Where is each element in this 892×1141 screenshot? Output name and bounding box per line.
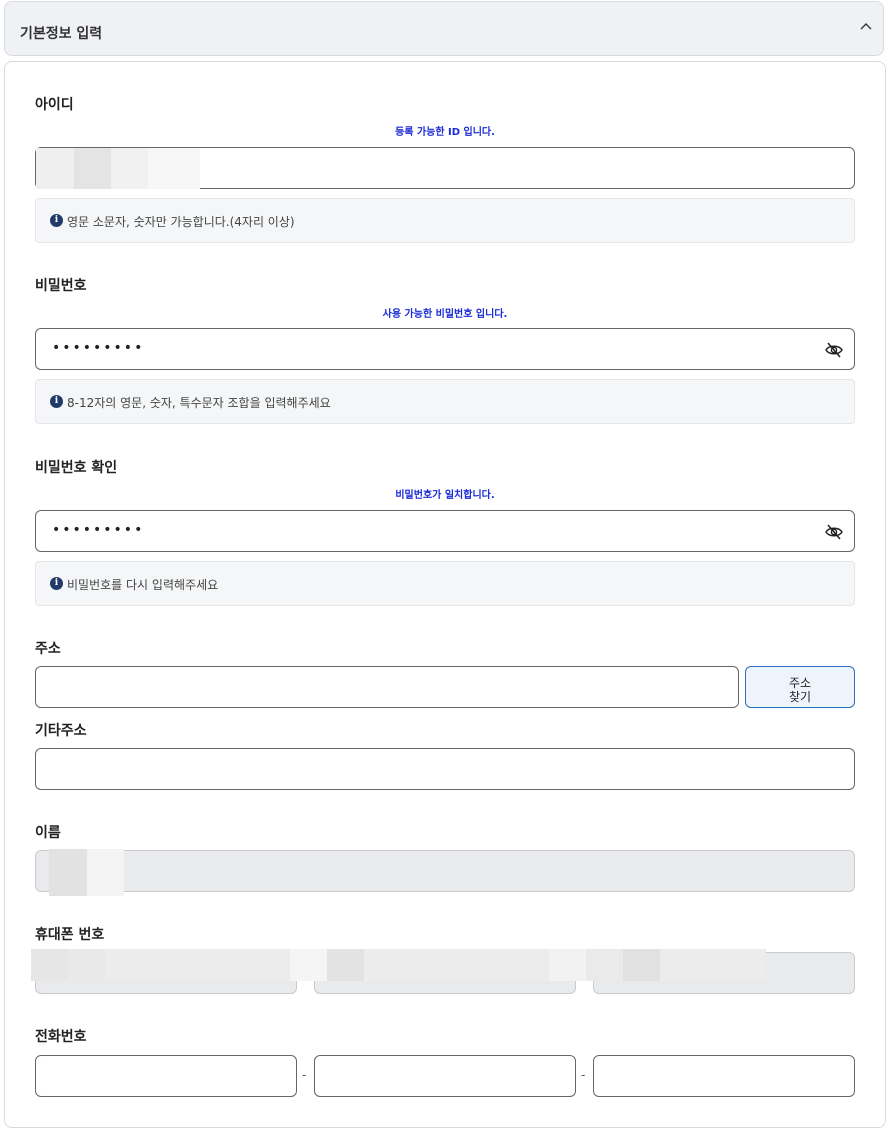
password-confirm-hint-box: i 비밀번호를 다시 입력해주세요 xyxy=(35,561,855,606)
password-hint: 8-12자의 영문, 숫자, 특수문자 조합을 입력해주세요 xyxy=(67,396,331,410)
userid-label: 아이디 xyxy=(35,97,74,113)
redacted-block xyxy=(36,148,74,189)
redacted-block xyxy=(87,849,124,896)
password-confirm-hint: 비밀번호를 다시 입력해주세요 xyxy=(67,578,219,592)
redacted-block xyxy=(68,949,105,981)
redacted-block xyxy=(327,949,364,981)
name-input xyxy=(35,849,855,896)
password-input[interactable]: ••••••••• xyxy=(35,328,855,370)
userid-hint-box: i 영문 소문자, 숫자만 가능합니다.(4자리 이상) xyxy=(35,198,855,243)
password-status: 사용 가능한 비밀번호 입니다. xyxy=(382,309,508,320)
address-detail-input[interactable] xyxy=(35,748,855,790)
password-confirm-input[interactable]: ••••••••• xyxy=(35,510,855,552)
mobile-label: 휴대폰 번호 xyxy=(35,927,105,943)
eye-slash-icon[interactable] xyxy=(825,524,843,540)
name-label: 이름 xyxy=(35,825,61,841)
userid-status: 등록 가능한 ID 입니다. xyxy=(395,127,495,138)
chevron-up-icon[interactable] xyxy=(859,20,873,34)
redacted-block xyxy=(586,949,623,981)
phone-part3-input[interactable] xyxy=(593,1055,855,1097)
redacted-block xyxy=(148,148,200,189)
address-input[interactable] xyxy=(35,666,739,708)
address-search-button[interactable]: 주소 찾기 xyxy=(745,666,855,708)
info-icon: i xyxy=(50,395,63,408)
eye-slash-icon[interactable] xyxy=(825,342,843,358)
password-value: ••••••••• xyxy=(52,340,145,356)
password-confirm-status: 비밀번호가 일치합니다. xyxy=(395,490,495,501)
info-icon: i xyxy=(50,577,63,590)
redacted-block xyxy=(623,949,660,981)
phone-part1-input[interactable] xyxy=(35,1055,297,1097)
address-detail-label: 기타주소 xyxy=(35,723,87,739)
redacted-block xyxy=(74,148,111,189)
redacted-block xyxy=(549,949,586,981)
phone-separator: - xyxy=(581,1068,586,1082)
phone-part2-input[interactable] xyxy=(314,1055,576,1097)
password-hint-box: i 8-12자의 영문, 숫자, 특수문자 조합을 입력해주세요 xyxy=(35,379,855,424)
password-confirm-value: ••••••••• xyxy=(52,522,145,538)
phone-label: 전화번호 xyxy=(35,1029,87,1045)
section-header[interactable]: 기본정보 입력 xyxy=(4,1,884,56)
redacted-block xyxy=(111,148,148,189)
redacted-block xyxy=(49,849,87,896)
password-confirm-label: 비밀번호 확인 xyxy=(35,460,118,476)
redacted-block xyxy=(31,949,68,981)
redacted-block xyxy=(290,949,327,981)
section-title: 기본정보 입력 xyxy=(20,26,103,42)
password-label: 비밀번호 xyxy=(35,278,87,294)
userid-hint: 영문 소문자, 숫자만 가능합니다.(4자리 이상) xyxy=(67,215,295,229)
phone-separator: - xyxy=(302,1068,307,1082)
userid-input[interactable] xyxy=(35,147,855,189)
address-label: 주소 xyxy=(35,641,61,657)
info-icon: i xyxy=(50,214,63,227)
